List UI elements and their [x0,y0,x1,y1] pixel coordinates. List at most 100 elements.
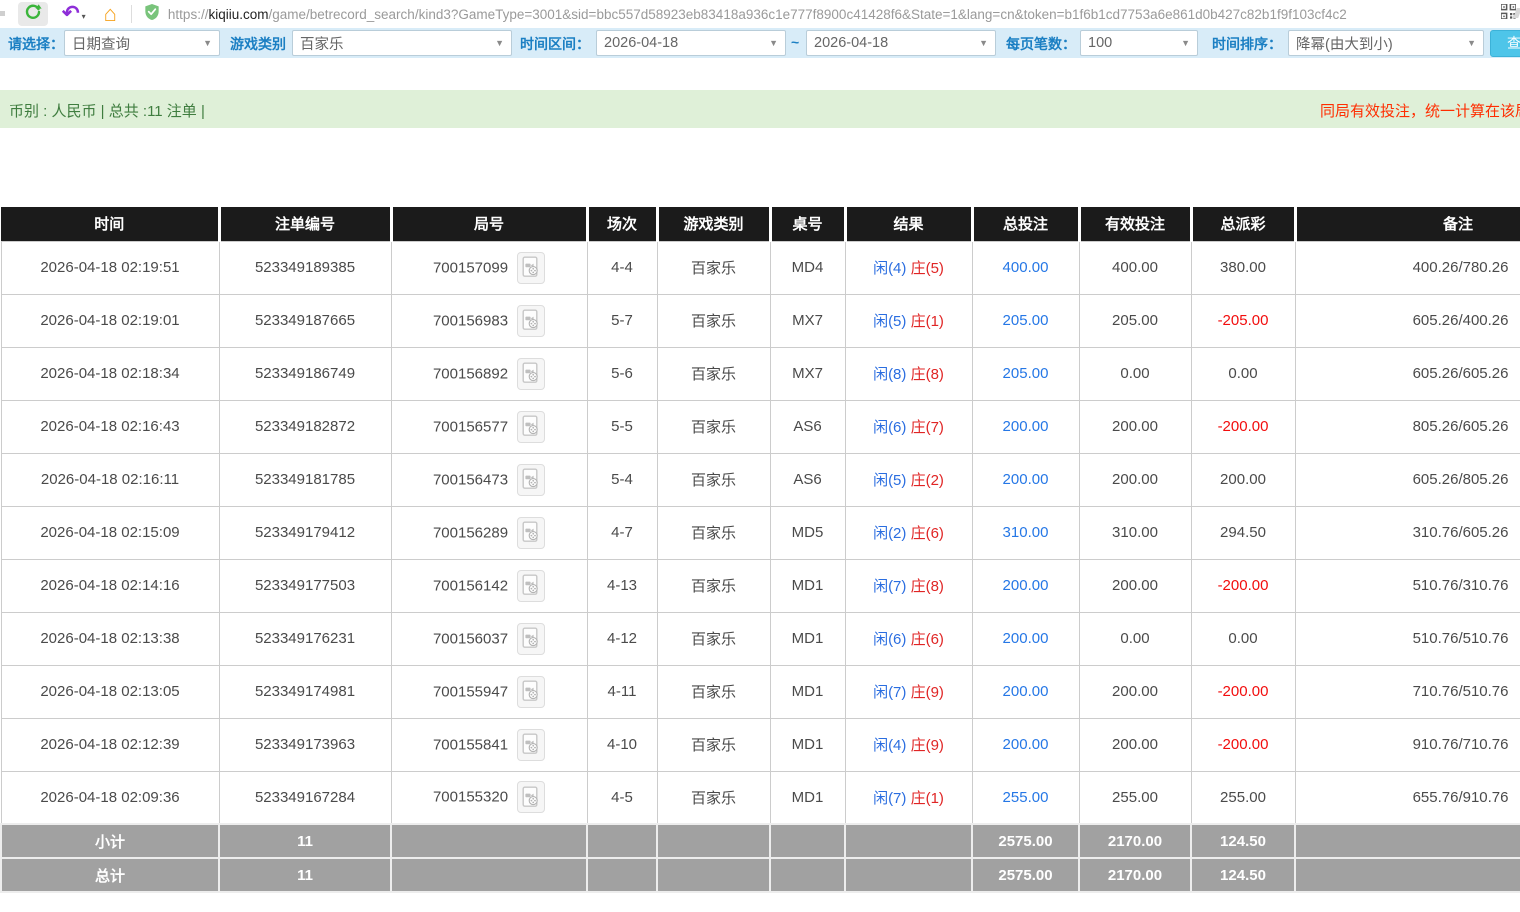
chevron-down-icon: ▼ [769,38,778,48]
table-row: 2026-04-18 02:18:34523349186749700156892… [1,347,1520,400]
cell-session: 4-7 [587,506,657,559]
video-replay-button[interactable] [517,517,545,549]
cell-total-payout: -200.00 [1191,718,1295,771]
summary-count: 11 [219,858,391,892]
result-player: 闲(6) [873,419,906,436]
video-replay-button[interactable] [517,729,545,761]
address-bar[interactable]: https://kiqiiu.com/game/betrecord_search… [144,3,1495,26]
chevron-down-icon: ▼ [495,38,504,48]
cell-session: 5-4 [587,453,657,506]
video-replay-button[interactable] [517,305,545,337]
home-button[interactable]: ⌂ [86,3,117,25]
cell-round-id: 700156473 [391,453,587,506]
game-category-select[interactable]: 百家乐 ▼ [292,30,512,56]
cell-table-no: MX7 [770,347,845,400]
video-replay-button[interactable] [517,358,545,390]
cell-round-id: 700155320 [391,771,587,824]
date-from-select[interactable]: 2026-04-18 ▼ [596,30,786,56]
bet-record-table: 时间注单编号局号场次游戏类别桌号结果总投注有效投注总派彩备注 2026-04-1… [0,207,1520,893]
cell-total-bet: 200.00 [972,559,1079,612]
cell-table-no: MD1 [770,718,845,771]
cell-time: 2026-04-18 02:14:16 [1,559,219,612]
cell-round-id: 700155947 [391,665,587,718]
result-player: 闲(5) [873,472,906,489]
result-player: 闲(6) [873,631,906,648]
video-file-icon [522,319,540,334]
cell-game-type: 百家乐 [657,718,770,771]
cell-valid-bet: 200.00 [1079,665,1191,718]
cell-round-id: 700156289 [391,506,587,559]
cell-time: 2026-04-18 02:13:38 [1,612,219,665]
search-button[interactable]: 查询 [1490,30,1520,57]
cell-time: 2026-04-18 02:18:34 [1,347,219,400]
cell-table-no: MD4 [770,241,845,294]
cell-total-payout: 380.00 [1191,241,1295,294]
round-id-text: 700155841 [433,736,508,753]
summary-empty [845,858,972,892]
table-row: 2026-04-18 02:19:51523349189385700157099… [1,241,1520,294]
cell-remark: 710.76/510.76 [1295,665,1520,718]
summary-empty [391,824,587,858]
date-from-value: 2026-04-18 [604,35,678,51]
game-category-label: 游戏类别 [230,34,286,54]
cell-result: 闲(4) 庄(5) [845,241,972,294]
date-to-value: 2026-04-18 [814,35,888,51]
cell-total-bet: 200.00 [972,453,1079,506]
table-header: 时间注单编号局号场次游戏类别桌号结果总投注有效投注总派彩备注 [1,207,1520,241]
summary-empty [770,858,845,892]
cell-remark: 605.26/400.26 [1295,294,1520,347]
cell-total-payout: -205.00 [1191,294,1295,347]
cell-round-id: 700156577 [391,400,587,453]
cell-total-payout: -200.00 [1191,559,1295,612]
cell-valid-bet: 0.00 [1079,612,1191,665]
round-id-text: 700155320 [433,789,508,806]
result-player: 闲(4) [873,260,906,277]
summary-empty [391,858,587,892]
cell-table-no: AS6 [770,400,845,453]
cell-time: 2026-04-18 02:09:36 [1,771,219,824]
result-banker: 庄(8) [911,366,944,383]
cell-bet-id: 523349179412 [219,506,391,559]
column-header-total-payout: 总派彩 [1191,207,1295,241]
cell-bet-id: 523349174981 [219,665,391,718]
video-replay-button[interactable] [517,464,545,496]
cell-table-no: MD1 [770,612,845,665]
table-row: 2026-04-18 02:12:39523349173963700155841… [1,718,1520,771]
sort-select[interactable]: 降幂(由大到小) ▼ [1288,30,1484,56]
table-row: 2026-04-18 02:09:36523349167284700155320… [1,771,1520,824]
table-body: 2026-04-18 02:19:51523349189385700157099… [1,241,1520,824]
summary-empty [657,824,770,858]
cell-bet-id: 523349176231 [219,612,391,665]
video-file-icon [522,796,540,811]
date-to-select[interactable]: 2026-04-18 ▼ [806,30,996,56]
cell-game-type: 百家乐 [657,241,770,294]
url-text: https://kiqiiu.com/game/betrecord_search… [168,7,1347,22]
video-replay-button[interactable] [517,570,545,602]
video-replay-button[interactable] [517,252,545,284]
video-replay-button[interactable] [517,781,545,813]
summary-total-bet: 2575.00 [972,858,1079,892]
video-file-icon [522,531,540,546]
result-player: 闲(7) [873,578,906,595]
result-player: 闲(5) [873,313,906,330]
refresh-button[interactable] [18,2,48,26]
video-replay-button[interactable] [517,676,545,708]
cell-round-id: 700156037 [391,612,587,665]
round-id-text: 700156983 [433,312,508,329]
undo-button[interactable]: ↶ ▾ [62,4,86,24]
page-size-select[interactable]: 100 ▼ [1080,30,1198,56]
cell-game-type: 百家乐 [657,453,770,506]
query-type-select[interactable]: 日期查询 ▼ [64,30,220,56]
video-replay-button[interactable] [517,623,545,655]
summary-empty [657,858,770,892]
cell-total-bet: 200.00 [972,665,1079,718]
cell-table-no: MD5 [770,506,845,559]
cell-session: 4-4 [587,241,657,294]
video-replay-button[interactable] [517,411,545,443]
undo-icon: ↶ [62,4,80,24]
cell-result: 闲(2) 庄(6) [845,506,972,559]
sort-value: 降幂(由大到小) [1296,33,1393,54]
cell-remark: 655.76/910.76 [1295,771,1520,824]
game-category-value: 百家乐 [300,33,344,54]
select-label: 请选择： [8,34,64,54]
